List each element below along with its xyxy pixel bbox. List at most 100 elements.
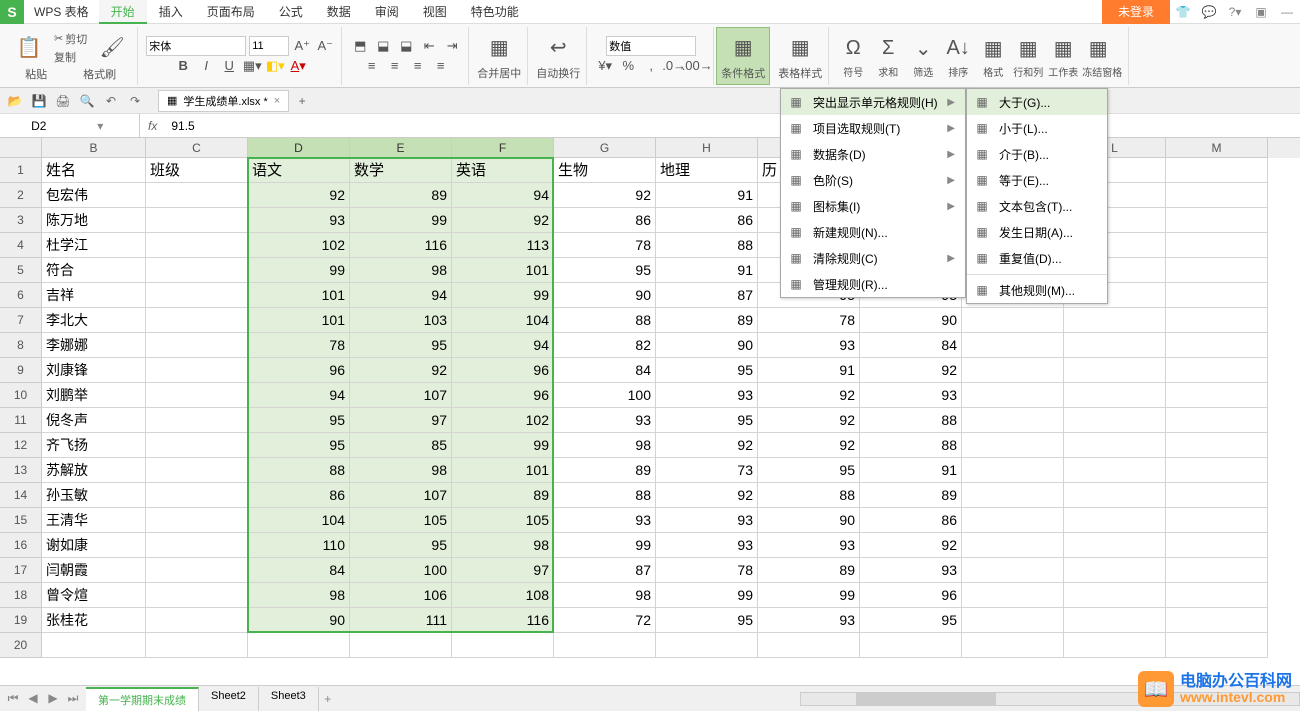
cell-L7[interactable] bbox=[1064, 308, 1166, 333]
table-style-button[interactable]: ▦ bbox=[781, 31, 819, 65]
cell-F18[interactable]: 108 bbox=[452, 583, 554, 608]
cell-H15[interactable]: 93 bbox=[656, 508, 758, 533]
currency-icon[interactable]: ¥▾ bbox=[595, 56, 615, 76]
undo-icon[interactable]: ↶ bbox=[100, 90, 122, 112]
cell-F10[interactable]: 96 bbox=[452, 383, 554, 408]
cell-C14[interactable] bbox=[146, 483, 248, 508]
increase-font-icon[interactable]: A⁺ bbox=[292, 36, 312, 56]
cell-E14[interactable]: 107 bbox=[350, 483, 452, 508]
login-button[interactable]: 未登录 bbox=[1102, 0, 1170, 24]
open-icon[interactable]: 📂 bbox=[4, 90, 26, 112]
row-header-14[interactable]: 14 bbox=[0, 483, 42, 508]
tab-start[interactable]: 开始 bbox=[99, 0, 147, 24]
fx-icon[interactable]: fx bbox=[140, 119, 165, 133]
cell-K11[interactable] bbox=[962, 408, 1064, 433]
cell-M13[interactable] bbox=[1166, 458, 1268, 483]
cell-M1[interactable] bbox=[1166, 158, 1268, 183]
cell-M12[interactable] bbox=[1166, 433, 1268, 458]
cell-J12[interactable]: 88 bbox=[860, 433, 962, 458]
row-header-20[interactable]: 20 bbox=[0, 633, 42, 658]
cell-C8[interactable] bbox=[146, 333, 248, 358]
tab-data[interactable]: 数据 bbox=[315, 0, 363, 24]
cell-E11[interactable]: 97 bbox=[350, 408, 452, 433]
col-header-C[interactable]: C bbox=[146, 138, 248, 158]
cell-B5[interactable]: 符合 bbox=[42, 258, 146, 283]
row-header-10[interactable]: 10 bbox=[0, 383, 42, 408]
print-icon[interactable]: 🖨 bbox=[52, 90, 74, 112]
col-header-M[interactable]: M bbox=[1166, 138, 1268, 158]
sheet-tab-1[interactable]: Sheet2 bbox=[199, 687, 259, 711]
cell-I18[interactable]: 99 bbox=[758, 583, 860, 608]
cell-I7[interactable]: 78 bbox=[758, 308, 860, 333]
cell-F13[interactable]: 101 bbox=[452, 458, 554, 483]
cell-K7[interactable] bbox=[962, 308, 1064, 333]
cell-K19[interactable] bbox=[962, 608, 1064, 633]
indent-right-icon[interactable]: ⇥ bbox=[442, 36, 462, 56]
cell-D13[interactable]: 88 bbox=[248, 458, 350, 483]
cell-E3[interactable]: 99 bbox=[350, 208, 452, 233]
print-preview-icon[interactable]: 🔍 bbox=[76, 90, 98, 112]
symbol-icon[interactable]: Ω bbox=[837, 32, 869, 64]
cond-menu-item-6[interactable]: ▦ 清除规则(C) ▶ bbox=[781, 245, 965, 271]
cell-I20[interactable] bbox=[758, 633, 860, 658]
cond-menu-item-2[interactable]: ▦ 数据条(D) ▶ bbox=[781, 141, 965, 167]
cell-C12[interactable] bbox=[146, 433, 248, 458]
col-header-G[interactable]: G bbox=[554, 138, 656, 158]
cell-F20[interactable] bbox=[452, 633, 554, 658]
cell-E4[interactable]: 116 bbox=[350, 233, 452, 258]
cell-C2[interactable] bbox=[146, 183, 248, 208]
cell-E17[interactable]: 100 bbox=[350, 558, 452, 583]
cell-H11[interactable]: 95 bbox=[656, 408, 758, 433]
cell-C11[interactable] bbox=[146, 408, 248, 433]
cond-menu-item-7[interactable]: ▦ 管理规则(R)... bbox=[781, 271, 965, 297]
cell-B10[interactable]: 刘鹏举 bbox=[42, 383, 146, 408]
number-format-select[interactable] bbox=[606, 36, 696, 56]
cell-K15[interactable] bbox=[962, 508, 1064, 533]
document-tab[interactable]: ▦ 学生成绩单.xlsx * × bbox=[158, 90, 289, 112]
cell-J8[interactable]: 84 bbox=[860, 333, 962, 358]
cell-M19[interactable] bbox=[1166, 608, 1268, 633]
cell-B19[interactable]: 张桂花 bbox=[42, 608, 146, 633]
cell-E10[interactable]: 107 bbox=[350, 383, 452, 408]
cell-L18[interactable] bbox=[1064, 583, 1166, 608]
row-header-2[interactable]: 2 bbox=[0, 183, 42, 208]
cell-I17[interactable]: 89 bbox=[758, 558, 860, 583]
cell-C16[interactable] bbox=[146, 533, 248, 558]
cell-M2[interactable] bbox=[1166, 183, 1268, 208]
cell-E12[interactable]: 85 bbox=[350, 433, 452, 458]
auto-wrap-button[interactable]: ↩ bbox=[539, 31, 577, 65]
row-header-19[interactable]: 19 bbox=[0, 608, 42, 633]
cell-J17[interactable]: 93 bbox=[860, 558, 962, 583]
row-header-3[interactable]: 3 bbox=[0, 208, 42, 233]
cell-H9[interactable]: 95 bbox=[656, 358, 758, 383]
cell-I13[interactable]: 95 bbox=[758, 458, 860, 483]
cell-B9[interactable]: 刘康锋 bbox=[42, 358, 146, 383]
cell-K12[interactable] bbox=[962, 433, 1064, 458]
cell-I15[interactable]: 90 bbox=[758, 508, 860, 533]
cell-G6[interactable]: 90 bbox=[554, 283, 656, 308]
skin-icon[interactable]: 👕 bbox=[1170, 0, 1196, 24]
percent-icon[interactable]: % bbox=[618, 56, 638, 76]
sheet-tab-0[interactable]: 第一学期期末成绩 bbox=[86, 687, 199, 711]
col-header-D[interactable]: D bbox=[248, 138, 350, 158]
cond-menu-item-1[interactable]: ▦ 项目选取规则(T) ▶ bbox=[781, 115, 965, 141]
cond-menu-item-4[interactable]: ▦ 图标集(I) ▶ bbox=[781, 193, 965, 219]
cell-L10[interactable] bbox=[1064, 383, 1166, 408]
cell-H2[interactable]: 91 bbox=[656, 183, 758, 208]
cell-B11[interactable]: 倪冬声 bbox=[42, 408, 146, 433]
cell-J19[interactable]: 95 bbox=[860, 608, 962, 633]
cell-G19[interactable]: 72 bbox=[554, 608, 656, 633]
cond-menu-item-3[interactable]: ▦ 色阶(S) ▶ bbox=[781, 167, 965, 193]
cond-menu-item-0[interactable]: ▦ 突出显示单元格规则(H) ▶ bbox=[781, 89, 965, 115]
cell-F7[interactable]: 104 bbox=[452, 308, 554, 333]
cell-H7[interactable]: 89 bbox=[656, 308, 758, 333]
sheet-nav-prev-icon[interactable]: ◀ bbox=[24, 691, 42, 706]
cell-G2[interactable]: 92 bbox=[554, 183, 656, 208]
cell-D10[interactable]: 94 bbox=[248, 383, 350, 408]
cell-I9[interactable]: 91 bbox=[758, 358, 860, 383]
cell-B4[interactable]: 杜学江 bbox=[42, 233, 146, 258]
cell-G3[interactable]: 86 bbox=[554, 208, 656, 233]
cell-H6[interactable]: 87 bbox=[656, 283, 758, 308]
cell-M15[interactable] bbox=[1166, 508, 1268, 533]
name-box[interactable]: D2 ▾ bbox=[0, 114, 140, 138]
